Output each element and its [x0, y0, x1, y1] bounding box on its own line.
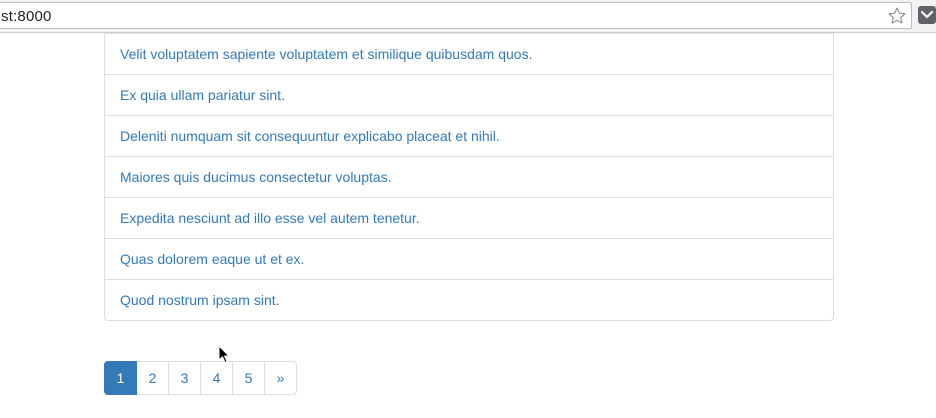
pagination: 1 2 3 4 5 »	[104, 361, 297, 395]
list-item[interactable]: Ex quia ullam pariatur sint.	[105, 74, 833, 115]
page-1-button[interactable]: 1	[104, 361, 137, 395]
address-bar[interactable]: st:8000	[0, 2, 912, 29]
browser-toolbar: st:8000	[0, 0, 936, 33]
next-page-button[interactable]: »	[264, 361, 297, 395]
list-item[interactable]: Expedita nesciunt ad illo esse vel autem…	[105, 197, 833, 238]
page-2-button[interactable]: 2	[136, 361, 169, 395]
page-4-button[interactable]: 4	[200, 361, 233, 395]
list-item[interactable]: Quod nostrum ipsam sint.	[105, 279, 833, 320]
list-group: Velit voluptatem sapiente voluptatem et …	[104, 33, 834, 321]
page-3-button[interactable]: 3	[168, 361, 201, 395]
page-5-button[interactable]: 5	[232, 361, 265, 395]
pocket-icon[interactable]	[918, 6, 936, 24]
list-item[interactable]: Maiores quis ducimus consectetur volupta…	[105, 156, 833, 197]
list-item[interactable]: Deleniti numquam sit consequuntur explic…	[105, 115, 833, 156]
cursor-icon	[218, 345, 230, 363]
list-item[interactable]: Velit voluptatem sapiente voluptatem et …	[105, 33, 833, 74]
star-icon[interactable]	[887, 6, 907, 26]
address-bar-url: st:8000	[1, 8, 52, 25]
list-item[interactable]: Quas dolorem eaque ut et ex.	[105, 238, 833, 279]
